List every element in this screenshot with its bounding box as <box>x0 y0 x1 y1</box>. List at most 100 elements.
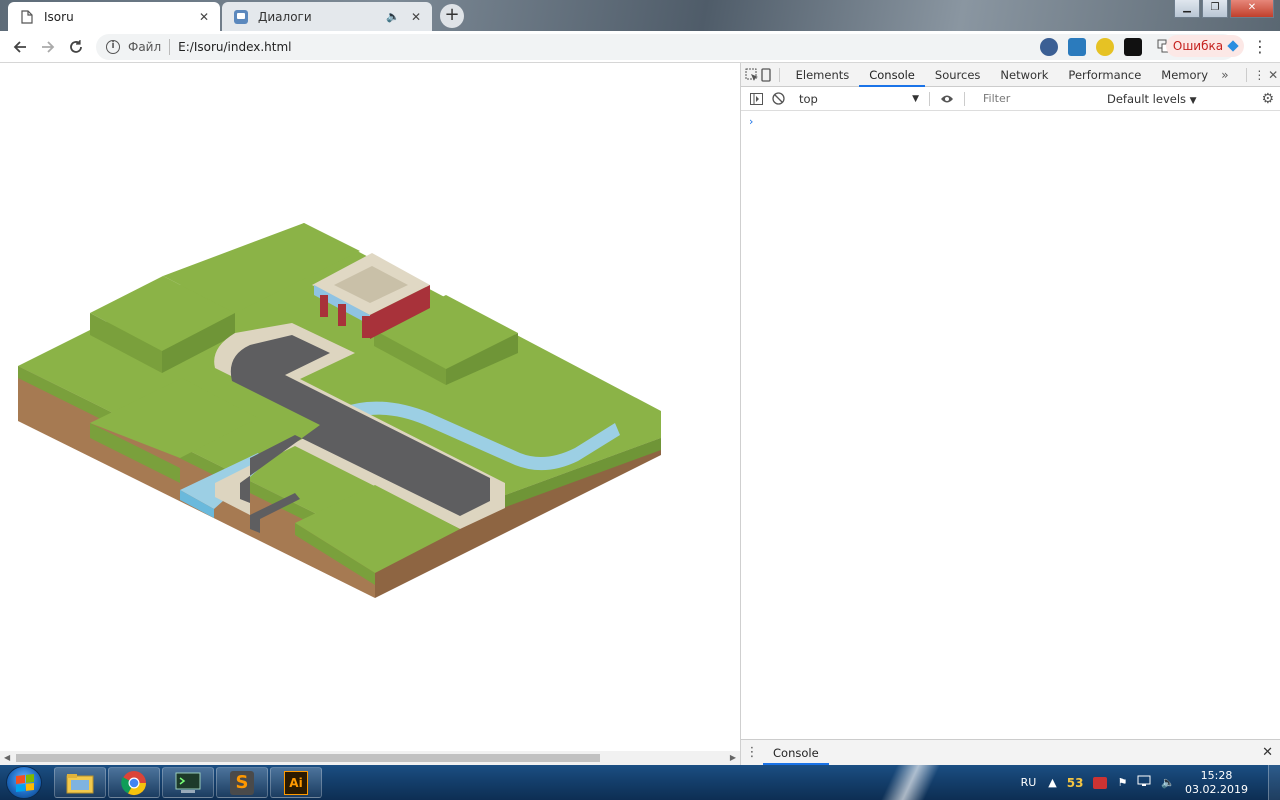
divider <box>779 67 780 82</box>
devtools-tabbar: Elements Console Sources Network Perform… <box>741 63 1280 87</box>
error-button[interactable]: Ошибка <box>1166 35 1244 57</box>
start-button[interactable] <box>6 766 42 799</box>
extension-ghost-icon[interactable] <box>1124 38 1142 56</box>
tab-close-icon[interactable]: ✕ <box>196 9 212 25</box>
drawer-menu-icon[interactable]: ⋮ <box>741 745 763 760</box>
devtools-close-icon[interactable]: ✕ <box>1266 64 1280 86</box>
taskbar-terminal[interactable] <box>162 767 214 798</box>
wallpaper-streak <box>880 765 950 800</box>
divider <box>169 39 171 55</box>
maximize-button[interactable]: ❐ <box>1202 0 1228 18</box>
volume-icon[interactable]: 🔈 <box>1161 776 1175 789</box>
extension-coin-icon[interactable] <box>1096 38 1114 56</box>
tab-dialogs[interactable]: Диалоги 🔈 ✕ <box>222 2 432 31</box>
scroll-left-icon[interactable]: ◀ <box>4 753 10 762</box>
devtools-menu-icon[interactable]: ⋮ <box>1252 64 1266 86</box>
reload-icon[interactable] <box>62 33 90 61</box>
window-close-button[interactable]: ✕ <box>1230 0 1274 18</box>
divider <box>929 91 930 106</box>
devtools-drawer: ⋮ Console ✕ <box>741 739 1280 765</box>
horizontal-scrollbar[interactable]: ◀ ▶ <box>0 751 740 765</box>
context-value: top <box>799 91 818 106</box>
browser-menu-icon[interactable]: ⋮ <box>1252 38 1268 56</box>
extension-s-icon[interactable] <box>1068 38 1086 56</box>
filter-input[interactable] <box>979 89 1099 108</box>
folder-icon <box>66 773 94 793</box>
page-icon <box>20 9 34 24</box>
tab-title: Диалоги <box>258 9 312 24</box>
gear-icon[interactable]: ⚙ <box>1261 91 1274 107</box>
building-pillar <box>338 304 346 326</box>
tab-console[interactable]: Console <box>859 63 925 87</box>
building-pillar <box>362 316 370 338</box>
drawer-tab-console[interactable]: Console <box>763 741 829 765</box>
clock-date: 03.02.2019 <box>1185 782 1248 796</box>
sublime-icon: S <box>230 770 254 795</box>
show-sidebar-icon[interactable] <box>745 88 767 110</box>
levels-label: Default levels <box>1107 91 1187 106</box>
show-hidden-icons[interactable]: ▲ <box>1048 776 1056 789</box>
tab-strip: Isoru ✕ Диалоги 🔈 ✕ + ▁ ❐ ✕ <box>0 0 1280 31</box>
tab-memory[interactable]: Memory <box>1151 63 1218 87</box>
taskbar-chrome[interactable] <box>108 767 160 798</box>
device-toolbar-icon[interactable] <box>759 64 773 86</box>
url-text[interactable]: E:/Isoru/index.html <box>178 40 291 54</box>
console-toolbar: top ▼ Default levels ▼ ⚙ <box>741 87 1280 111</box>
windows-taskbar: S Ai RU ▲ 53 ⚑ 🔈 15:28 03.02.2019 <box>0 765 1280 800</box>
illustrator-icon: Ai <box>284 770 308 795</box>
tray-badge[interactable]: 53 <box>1067 776 1084 790</box>
system-tray: RU ▲ 53 ⚑ 🔈 15:28 03.02.2019 <box>1021 765 1280 800</box>
network-icon[interactable] <box>1137 775 1151 790</box>
drawer-close-icon[interactable]: ✕ <box>1262 745 1273 760</box>
speaker-icon[interactable]: 🔈 <box>386 10 400 23</box>
more-tabs-icon[interactable]: » <box>1218 64 1232 86</box>
live-expression-eye-icon[interactable] <box>936 88 958 110</box>
inspect-element-icon[interactable] <box>745 64 759 86</box>
scroll-right-icon[interactable]: ▶ <box>730 753 736 762</box>
show-desktop-button[interactable] <box>1268 765 1280 800</box>
context-selector[interactable]: top ▼ <box>795 90 923 108</box>
window-controls: ▁ ❐ ✕ <box>1174 0 1274 18</box>
tab-isoru[interactable]: Isoru ✕ <box>8 2 220 31</box>
windows-logo-icon <box>16 774 34 792</box>
log-levels-dropdown[interactable]: Default levels ▼ <box>1107 92 1197 106</box>
back-icon[interactable] <box>6 33 34 61</box>
scrollbar-thumb[interactable] <box>16 754 600 762</box>
terminal-icon <box>175 772 201 793</box>
error-label: Ошибка <box>1172 39 1224 53</box>
extension-shield-icon[interactable] <box>1040 38 1058 56</box>
info-icon[interactable]: i <box>106 40 120 54</box>
antivirus-icon[interactable] <box>1093 776 1108 789</box>
tab-performance[interactable]: Performance <box>1058 63 1151 87</box>
taskbar-sublime-text[interactable]: S <box>216 767 268 798</box>
divider <box>964 91 965 106</box>
dropdown-arrow-icon: ▼ <box>1189 95 1197 106</box>
building-pillar <box>320 295 328 317</box>
clock-time: 15:28 <box>1200 768 1233 782</box>
new-tab-button[interactable]: + <box>440 4 464 28</box>
clock[interactable]: 15:28 03.02.2019 <box>1185 769 1248 797</box>
divider <box>1245 67 1247 82</box>
extensions <box>1040 38 1142 56</box>
page-viewport: ◀ ▶ <box>0 63 740 765</box>
isometric-city-scene <box>18 223 661 598</box>
forward-icon[interactable] <box>34 33 62 61</box>
extension-diamond-icon <box>1227 40 1239 52</box>
tab-title: Isoru <box>44 9 74 24</box>
action-center-flag-icon[interactable]: ⚑ <box>1117 776 1127 789</box>
console-prompt[interactable]: › <box>749 115 753 128</box>
tab-elements[interactable]: Elements <box>786 63 860 87</box>
scheme-label: Файл <box>128 40 162 54</box>
tab-close-icon[interactable]: ✕ <box>408 9 424 25</box>
tab-sources[interactable]: Sources <box>925 63 991 87</box>
vk-message-icon <box>234 9 248 24</box>
taskbar-illustrator[interactable]: Ai <box>270 767 322 798</box>
chrome-icon <box>121 770 146 795</box>
minimize-button[interactable]: ▁ <box>1174 0 1200 18</box>
tab-network[interactable]: Network <box>990 63 1058 87</box>
taskbar-file-explorer[interactable] <box>54 767 106 798</box>
clear-console-icon[interactable] <box>767 88 789 110</box>
dropdown-arrow-icon: ▼ <box>912 93 919 104</box>
language-indicator[interactable]: RU <box>1021 776 1037 789</box>
devtools-panel: Elements Console Sources Network Perform… <box>740 63 1280 765</box>
